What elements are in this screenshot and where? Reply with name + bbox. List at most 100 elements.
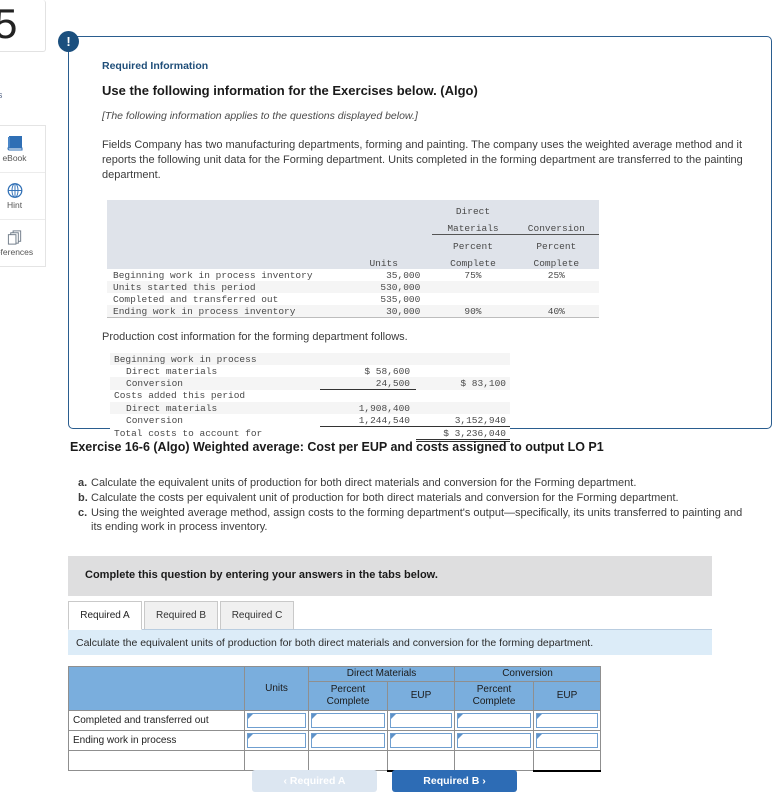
input-cell-dm-eup[interactable] — [387, 710, 455, 731]
conv-eup-input[interactable] — [536, 713, 598, 728]
header-blank — [107, 235, 347, 253]
conv-eup-input[interactable] — [536, 733, 598, 748]
header-complete-dm: Complete — [450, 258, 496, 269]
requirement-text: Using the weighted average method, assig… — [91, 507, 743, 533]
dm-eup-input[interactable] — [390, 733, 452, 748]
table-row: Ending work in process inventory 30,000 … — [107, 305, 599, 318]
table-row: Direct materials 1,908,400 — [110, 402, 510, 414]
row-units: 530,000 — [380, 281, 421, 293]
requirements-list: a. Calculate the equivalent units of pro… — [78, 476, 748, 535]
tab-required-a[interactable]: Required A — [68, 601, 142, 630]
sidebar-item-hint[interactable]: Hint — [0, 173, 45, 220]
header-conv-percent-line1: Percent — [476, 684, 512, 695]
row-label: Beginning work in process inventory — [113, 269, 313, 281]
table-row: Beginning work in process inventory 35,0… — [107, 269, 599, 281]
input-cell-units[interactable] — [244, 730, 309, 751]
row-units: 535,000 — [380, 293, 421, 305]
header-percent-dm: Percent — [453, 241, 493, 252]
requirement-letter: a. — [78, 477, 88, 489]
previous-button-label: Required A — [289, 775, 346, 787]
left-rail: 5 nts eBook Hint — [0, 0, 48, 807]
header-blank — [107, 217, 347, 235]
dm-percent-input[interactable] — [311, 733, 385, 748]
input-cell-dm-percent[interactable] — [308, 710, 388, 731]
header-conversion: Conversion — [454, 666, 601, 682]
dm-eup-input[interactable] — [390, 713, 452, 728]
unit-data-table: Direct Materials Conversion Percent Perc… — [107, 200, 599, 318]
header-conv-percent-line2: Complete — [472, 696, 516, 707]
sidebar-item-references[interactable]: eferences — [0, 220, 45, 266]
references-icon — [6, 229, 24, 246]
answer-entry-table: Units Direct Materials Conversion Percen… — [68, 666, 601, 772]
row-amount: $ 58,600 — [364, 365, 411, 377]
input-cell-conv-eup[interactable] — [533, 730, 601, 751]
list-item: b. Calculate the costs per equivalent un… — [78, 491, 748, 505]
header-blank-conv — [514, 200, 599, 217]
complete-question-bar: Complete this question by entering your … — [68, 556, 712, 596]
input-cell-units[interactable] — [244, 710, 309, 731]
input-cell-conv-percent[interactable] — [454, 710, 534, 731]
header-dm-percent-line2: Complete — [326, 696, 370, 707]
tab-strip: Required A Required B Required C — [68, 601, 712, 630]
table-header-row: Materials Conversion — [107, 217, 599, 235]
row-dm-percent — [432, 281, 513, 293]
row-amount: 1,908,400 — [358, 402, 411, 414]
row-total: 3,152,940 — [416, 414, 510, 427]
row-label: Beginning work in process — [114, 353, 257, 365]
table-header-row: Direct — [107, 200, 599, 217]
question-number-box: 5 — [0, 0, 46, 52]
conv-percent-input[interactable] — [457, 713, 531, 728]
sidebar-item-label: eferences — [0, 247, 34, 257]
row-amount: 24,500 — [320, 377, 417, 390]
row-label: Completed and transferred out — [113, 293, 279, 305]
complete-question-text: Complete this question by entering your … — [85, 569, 438, 581]
table-row: Direct materials $ 58,600 — [110, 365, 510, 377]
input-cell-conv-percent[interactable] — [454, 730, 534, 751]
total-conv-percent — [454, 750, 534, 771]
row-amount — [320, 390, 416, 403]
dm-percent-input[interactable] — [311, 713, 385, 728]
production-cost-intro: Production cost information for the form… — [102, 331, 408, 343]
table-row: Beginning work in process — [110, 353, 510, 365]
header-complete-conv: Complete — [533, 258, 580, 269]
sidebar-item-label: Hint — [6, 200, 23, 210]
book-icon — [6, 135, 24, 152]
row-conv-percent: 25% — [547, 269, 565, 281]
production-cost-table: Beginning work in process Direct materia… — [110, 353, 510, 442]
requirement-letter: b. — [78, 492, 88, 504]
required-info-badge: ! — [58, 31, 79, 52]
previous-required-a-button[interactable]: ‹ Required A — [252, 770, 377, 792]
sidebar-item-label: eBook — [2, 153, 27, 163]
chevron-right-icon: › — [482, 775, 486, 787]
row-amount: 1,244,540 — [320, 414, 417, 427]
tab-required-b[interactable]: Required B — [144, 601, 218, 630]
next-required-b-button[interactable]: Required B › — [392, 770, 517, 792]
required-information-paragraph: Fields Company has two manufacturing dep… — [102, 139, 743, 181]
row-label: Conversion — [126, 414, 184, 426]
units-input[interactable] — [247, 733, 306, 748]
row-dm-percent — [432, 293, 513, 305]
row-units: 30,000 — [347, 305, 433, 318]
conv-percent-input[interactable] — [457, 733, 531, 748]
header-blank — [107, 200, 347, 217]
input-cell-dm-percent[interactable] — [308, 730, 388, 751]
table-row: Completed and transferred out — [68, 710, 601, 731]
header-blank-units — [347, 217, 432, 235]
units-input[interactable] — [247, 713, 306, 728]
input-cell-dm-eup[interactable] — [387, 730, 455, 751]
row-label: Costs added this period — [114, 390, 246, 402]
tool-stack: eBook Hint eferences — [0, 125, 46, 267]
row-label: Completed and transferred out — [68, 710, 245, 731]
row-total — [416, 402, 510, 414]
total-dm-percent — [308, 750, 388, 771]
header-units: Units — [244, 666, 309, 711]
input-cell-conv-eup[interactable] — [533, 710, 601, 731]
points-label: nts — [0, 90, 3, 100]
row-total: $ 3,236,040 — [416, 426, 510, 442]
header-conv-eup: EUP — [533, 681, 601, 711]
tab-required-c[interactable]: Required C — [220, 601, 294, 630]
sidebar-item-ebook[interactable]: eBook — [0, 126, 45, 173]
required-information-panel: Required Information Use the following i… — [68, 36, 772, 442]
table-header-row: Units Complete Complete — [107, 252, 599, 269]
header-dm-percent-complete: Percent Complete — [308, 681, 388, 711]
